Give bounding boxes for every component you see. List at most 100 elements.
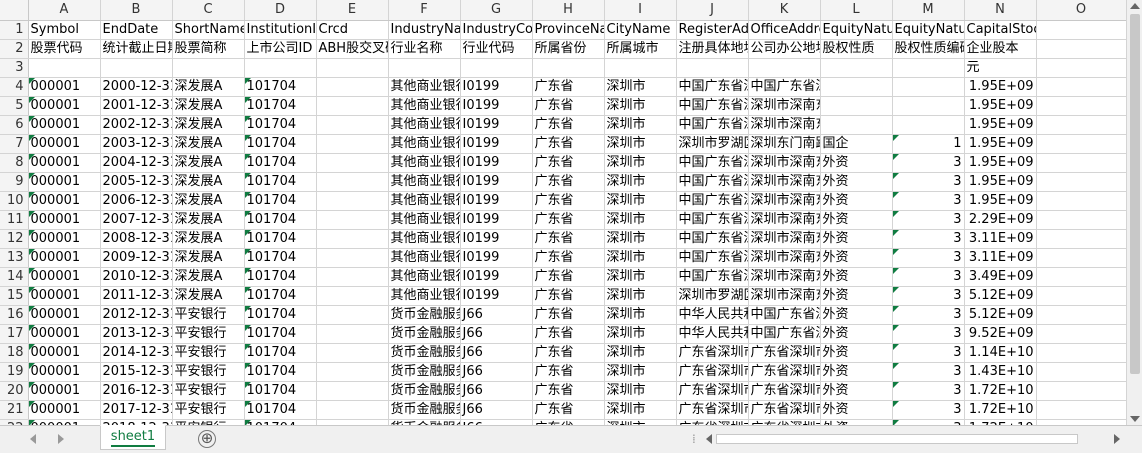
cell-f9[interactable]: 其他商业银行 [388,172,461,192]
cell-i6[interactable]: 深圳市 [604,115,677,135]
cell-d16[interactable]: 101704 [244,305,317,325]
column-header-d[interactable]: D [244,0,317,21]
horizontal-scroll-thumb[interactable] [716,434,1078,444]
cell-h13[interactable]: 广东省 [532,248,605,268]
cell-a6[interactable]: 000001 [28,115,101,135]
cell-m14[interactable]: 3 [892,267,965,287]
cell-o11[interactable] [1036,210,1127,230]
cell-o5[interactable] [1036,96,1127,116]
cell-n15[interactable]: 5.12E+09 [964,286,1037,306]
cell-o10[interactable] [1036,191,1127,211]
row-header[interactable]: 5 [0,96,29,116]
cell-c4[interactable]: 深发展A [172,77,245,97]
cell-f13[interactable]: 其他商业银行 [388,248,461,268]
cell-o19[interactable] [1036,362,1127,382]
cell-d7[interactable]: 101704 [244,134,317,154]
cell-k6[interactable]: 深圳市深南东路5047号深圳发展银行大厦 [748,115,821,135]
cell-c7[interactable]: 深发展A [172,134,245,154]
horizontal-scrollbar[interactable] [704,430,1122,448]
cell-o8[interactable] [1036,153,1127,173]
cell-l9[interactable]: 外资 [820,172,893,192]
cell-d13[interactable]: 101704 [244,248,317,268]
cell-b7[interactable]: 2003-12-31 [100,134,173,154]
cell-j13[interactable]: 中国广东省深圳市 [676,248,749,268]
cell-d21[interactable]: 101704 [244,400,317,420]
cell-j15[interactable]: 深圳市罗湖区 [676,286,749,306]
scroll-up-icon[interactable] [1130,3,1140,9]
cell-f2[interactable]: 行业名称 [388,39,461,59]
cell-d18[interactable]: 101704 [244,343,317,363]
cell-j10[interactable]: 中国广东省深圳市 [676,191,749,211]
column-header-a[interactable]: A [28,0,101,21]
cell-a7[interactable]: 000001 [28,134,101,154]
cell-l8[interactable]: 外资 [820,153,893,173]
cell-j6[interactable]: 中国广东省深圳市 [676,115,749,135]
cell-i10[interactable]: 深圳市 [604,191,677,211]
cell-c19[interactable]: 平安银行 [172,362,245,382]
cell-l13[interactable]: 外资 [820,248,893,268]
cell-o4[interactable] [1036,77,1127,97]
cell-c6[interactable]: 深发展A [172,115,245,135]
cell-m19[interactable]: 3 [892,362,965,382]
cell-f18[interactable]: 货币金融服务 [388,343,461,363]
cell-m12[interactable]: 3 [892,229,965,249]
cell-i11[interactable]: 深圳市 [604,210,677,230]
scroll-down-icon[interactable] [1130,416,1140,422]
cell-m15[interactable]: 3 [892,286,965,306]
cell-j18[interactable]: 广东省深圳市 [676,343,749,363]
vertical-scroll-thumb[interactable] [1130,14,1140,374]
cell-j4[interactable]: 中国广东省深圳市 [676,77,749,97]
column-header-e[interactable]: E [316,0,389,21]
cell-d12[interactable]: 101704 [244,229,317,249]
cell-a20[interactable]: 000001 [28,381,101,401]
prev-sheet-icon[interactable] [30,434,36,444]
cell-k11[interactable]: 深圳市深南东路 [748,210,821,230]
cell-i20[interactable]: 深圳市 [604,381,677,401]
cell-c10[interactable]: 深发展A [172,191,245,211]
cell-c1[interactable]: ShortName [172,20,245,40]
cell-a10[interactable]: 000001 [28,191,101,211]
cell-l7[interactable]: 国企 [820,134,893,154]
cell-m7[interactable]: 1 [892,134,965,154]
cell-n2[interactable]: 企业股本 [964,39,1037,59]
cell-j7[interactable]: 深圳市罗湖区 [676,134,749,154]
column-header-n[interactable]: N [964,0,1037,21]
cell-f3[interactable] [388,58,461,78]
cell-a17[interactable]: 000001 [28,324,101,344]
row-header[interactable]: 15 [0,286,29,306]
cell-g5[interactable]: I0199 [460,96,533,116]
cell-h17[interactable]: 广东省 [532,324,605,344]
cell-h16[interactable]: 广东省 [532,305,605,325]
cell-f7[interactable]: 其他商业银行 [388,134,461,154]
cell-f12[interactable]: 其他商业银行 [388,229,461,249]
cell-i17[interactable]: 深圳市 [604,324,677,344]
cell-j16[interactable]: 中华人民共和国 [676,305,749,325]
cell-f1[interactable]: IndustryName [388,20,461,40]
cell-n8[interactable]: 1.95E+09 [964,153,1037,173]
cell-d1[interactable]: InstitutionID [244,20,317,40]
row-header[interactable]: 8 [0,153,29,173]
cell-c16[interactable]: 平安银行 [172,305,245,325]
next-sheet-icon[interactable] [58,434,64,444]
cell-j5[interactable]: 中国广东省深圳市 [676,96,749,116]
cell-g2[interactable]: 行业代码 [460,39,533,59]
cell-h10[interactable]: 广东省 [532,191,605,211]
cell-b13[interactable]: 2009-12-31 [100,248,173,268]
cell-g19[interactable]: J66 [460,362,533,382]
cell-o13[interactable] [1036,248,1127,268]
cell-h1[interactable]: ProvinceName [532,20,605,40]
cell-d19[interactable]: 101704 [244,362,317,382]
cell-l21[interactable]: 外资 [820,400,893,420]
cell-e19[interactable] [316,362,389,382]
column-header-b[interactable]: B [100,0,173,21]
cell-b20[interactable]: 2016-12-31 [100,381,173,401]
cell-o3[interactable] [1036,58,1127,78]
column-header-g[interactable]: G [460,0,533,21]
cell-o15[interactable] [1036,286,1127,306]
cell-n10[interactable]: 1.95E+09 [964,191,1037,211]
cell-d4[interactable]: 101704 [244,77,317,97]
cell-c2[interactable]: 股票简称 [172,39,245,59]
cell-f5[interactable]: 其他商业银行 [388,96,461,116]
cell-i2[interactable]: 所属城市 [604,39,677,59]
cell-a16[interactable]: 000001 [28,305,101,325]
